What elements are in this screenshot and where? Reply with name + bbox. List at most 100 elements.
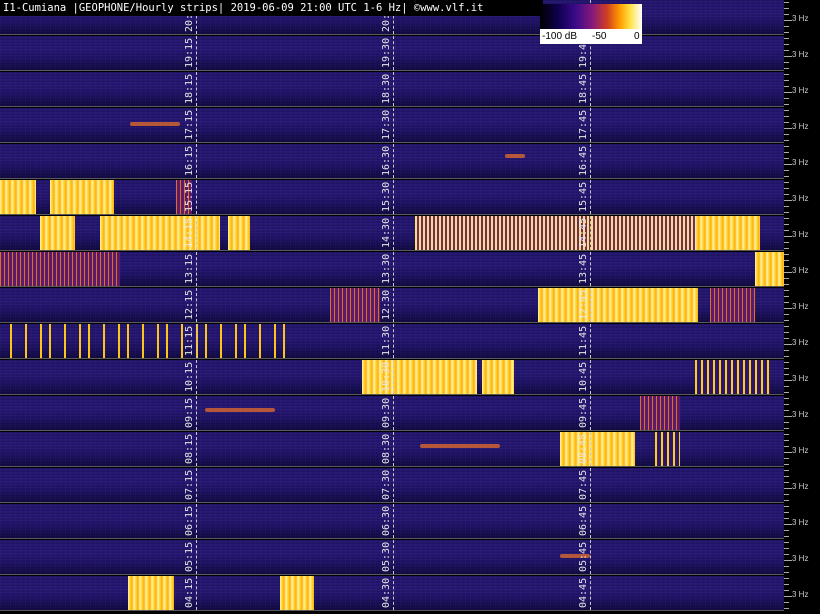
axis-tick [784, 266, 789, 267]
axis-tick [784, 116, 789, 117]
signal-spike [205, 324, 207, 358]
frequency-label: 3 Hz [792, 158, 809, 167]
axis-tick [784, 290, 789, 291]
signal-burst [100, 216, 220, 250]
time-label: 06:15 [184, 505, 195, 536]
signal-spike [142, 324, 144, 358]
axis-tick [784, 218, 789, 219]
axis-tick [784, 566, 789, 567]
quarter-hour-marker [590, 468, 591, 502]
hour-strip: 10:15 10:30 10:45 [0, 360, 784, 395]
time-label: 13:30 [381, 253, 392, 284]
signal-spike [235, 324, 237, 358]
axis-tick [784, 146, 789, 147]
axis-tick [784, 170, 789, 171]
time-label: 18:15 [184, 73, 195, 104]
axis-tick [784, 2, 789, 3]
time-label: 04:15 [184, 577, 195, 608]
axis-tick [784, 272, 792, 273]
time-label: 04:30 [381, 577, 392, 608]
axis-tick [784, 80, 789, 81]
axis-tick [784, 536, 789, 537]
axis-tick [784, 188, 789, 189]
signal-spike [181, 324, 183, 358]
axis-tick [784, 74, 789, 75]
quarter-hour-marker [393, 108, 394, 142]
hour-strip: 19:15 19:30 19:45 [0, 36, 784, 71]
axis-tick [784, 470, 789, 471]
axis-tick [784, 194, 789, 195]
time-label: 06:45 [578, 505, 589, 536]
color-scale-legend: -100 dB -50 0 [540, 4, 642, 44]
signal-spike [118, 324, 120, 358]
quarter-hour-marker [196, 252, 197, 286]
time-label: 19:30 [381, 37, 392, 68]
hour-strip: 05:15 05:30 05:45 [0, 540, 784, 575]
axis-tick [784, 422, 789, 423]
time-label: 12:15 [184, 289, 195, 320]
hour-strip: 15:15 15:30 15:45 [0, 180, 784, 215]
axis-tick [784, 524, 792, 525]
quarter-hour-marker [393, 36, 394, 70]
quarter-hour-marker [590, 576, 591, 610]
axis-tick [784, 104, 789, 105]
quarter-hour-marker [196, 468, 197, 502]
axis-tick [784, 50, 789, 51]
signal-burst [280, 576, 314, 610]
time-label: 18:45 [578, 73, 589, 104]
time-label: 05:30 [381, 541, 392, 572]
time-label: 10:15 [184, 361, 195, 392]
signal-spike [166, 324, 168, 358]
quarter-hour-marker [393, 360, 394, 394]
axis-tick [784, 518, 789, 519]
quarter-hour-marker [393, 288, 394, 322]
quarter-hour-marker [196, 360, 197, 394]
time-label: 05:15 [184, 541, 195, 572]
quarter-hour-marker [393, 432, 394, 466]
axis-tick [784, 206, 789, 207]
axis-tick [784, 164, 792, 165]
signal-spike [88, 324, 90, 358]
quarter-hour-marker [196, 324, 197, 358]
signal-wisp [420, 444, 500, 448]
quarter-hour-marker [393, 252, 394, 286]
axis-tick [784, 578, 789, 579]
axis-tick [784, 158, 789, 159]
axis-tick [784, 230, 789, 231]
axis-tick [784, 608, 789, 609]
axis-tick [784, 224, 789, 225]
quarter-hour-marker [393, 216, 394, 250]
signal-spike [10, 324, 12, 358]
signal-wisp [130, 122, 180, 126]
legend-max-label: 0 [634, 31, 640, 42]
signal-spike [244, 324, 246, 358]
frequency-label: 3 Hz [792, 590, 809, 599]
axis-tick [784, 560, 792, 561]
axis-tick [784, 374, 789, 375]
quarter-hour-marker [393, 324, 394, 358]
frequency-label: 3 Hz [792, 230, 809, 239]
time-label: 09:30 [381, 397, 392, 428]
axis-tick [784, 476, 789, 477]
quarter-hour-marker [196, 180, 197, 214]
axis-tick [784, 98, 789, 99]
page-title: I1-Cumiana |GEOPHONE/Hourly strips| 2019… [0, 0, 543, 16]
time-label: 12:30 [381, 289, 392, 320]
time-label: 07:15 [184, 469, 195, 500]
axis-tick [784, 128, 792, 129]
signal-burst [362, 360, 477, 394]
signal-burst [695, 216, 760, 250]
time-label: 17:30 [381, 109, 392, 140]
signal-spike [220, 324, 222, 358]
time-label: 17:45 [578, 109, 589, 140]
frequency-label: 3 Hz [792, 338, 809, 347]
signal-wisp [205, 408, 275, 412]
axis-tick [784, 410, 789, 411]
frequency-label: 3 Hz [792, 302, 809, 311]
signal-spike [274, 324, 276, 358]
signal-burst [710, 288, 755, 322]
signal-burst [0, 252, 120, 286]
axis-tick [784, 20, 792, 21]
time-label: 16:30 [381, 145, 392, 176]
axis-tick [784, 494, 789, 495]
